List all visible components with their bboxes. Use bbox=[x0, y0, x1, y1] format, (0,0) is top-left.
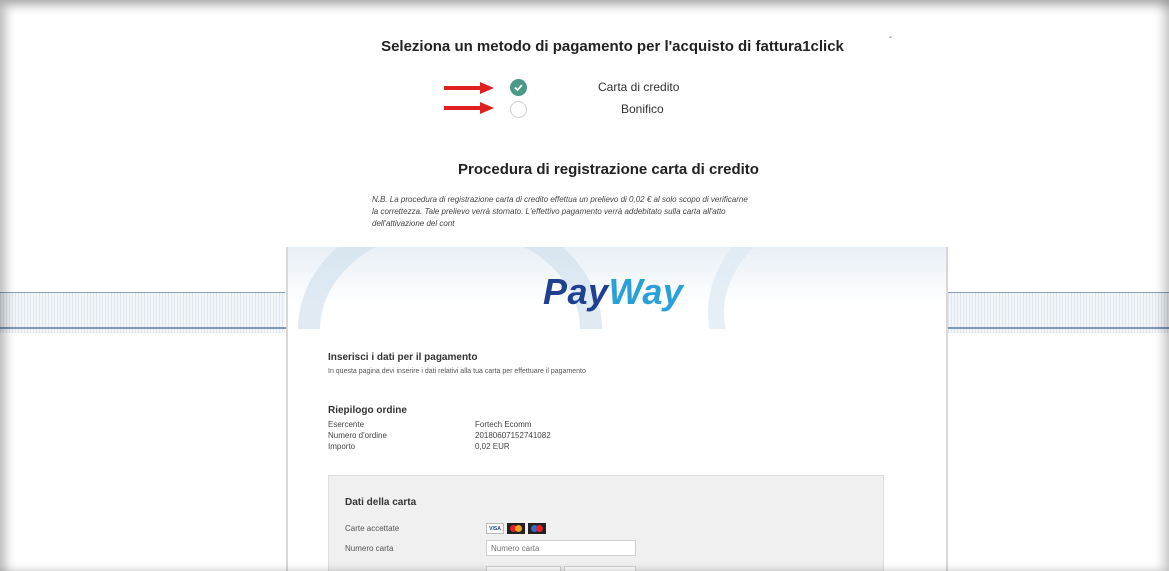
payment-section-title: Inserisci i dati per il pagamento bbox=[328, 352, 478, 363]
card-number-input[interactable] bbox=[486, 540, 636, 556]
registration-title: Procedura di registrazione carta di cred… bbox=[458, 161, 759, 178]
summary-key: Numero d'ordine bbox=[328, 431, 387, 440]
logo-pay-text: Pay bbox=[543, 271, 609, 312]
accepted-cards-label: Carte accettate bbox=[345, 524, 400, 533]
payway-logo: PayWay bbox=[543, 271, 683, 313]
payment-option-credit-card[interactable]: Carta di credito bbox=[0, 78, 1169, 98]
red-arrow-icon bbox=[444, 82, 494, 94]
summary-value: 0,02 EUR bbox=[475, 442, 510, 451]
red-arrow-icon bbox=[444, 102, 494, 114]
payway-header: PayWay bbox=[288, 247, 946, 329]
note-line: la correttezza. Tale prelievo verrà stor… bbox=[372, 207, 726, 216]
mastercard-logo-icon bbox=[507, 523, 525, 534]
registration-note: N.B. La procedura di registrazione carta… bbox=[372, 194, 842, 230]
payment-option-bank-transfer[interactable]: Bonifico bbox=[0, 100, 1169, 120]
card-number-label: Numero carta bbox=[345, 544, 394, 553]
radio-bank-transfer[interactable] bbox=[510, 101, 527, 118]
summary-value: Fortech Ecomm bbox=[475, 420, 532, 429]
option-label-credit-card: Carta di credito bbox=[598, 80, 680, 94]
payway-payment-frame: PayWay Inserisci i dati per il pagamento… bbox=[286, 247, 948, 571]
maestro-logo-icon bbox=[528, 523, 546, 534]
visa-logo-icon: VISA bbox=[486, 523, 504, 534]
page-title: Seleziona un metodo di pagamento per l'a… bbox=[381, 38, 844, 55]
note-line: dell'attivazione del cont bbox=[372, 219, 455, 228]
note-line: N.B. La procedura di registrazione carta… bbox=[372, 195, 748, 204]
summary-key: Esercente bbox=[328, 420, 365, 429]
summary-value: 20180607152741082 bbox=[475, 431, 551, 440]
accepted-cards-logos: VISA bbox=[486, 523, 549, 535]
card-details-title: Dati della carta bbox=[345, 497, 417, 508]
summary-key: Importo bbox=[328, 442, 356, 451]
checkmark-icon bbox=[514, 84, 523, 92]
radio-credit-card-checked[interactable] bbox=[510, 79, 527, 96]
payment-section-subtitle: In questa pagina devi inserire i dati re… bbox=[328, 368, 586, 375]
option-label-bank-transfer: Bonifico bbox=[621, 102, 664, 116]
expiry-year-input[interactable] bbox=[564, 566, 636, 571]
card-details-box: Dati della carta Carte accettate VISA Nu… bbox=[328, 475, 884, 571]
expiry-month-input[interactable] bbox=[486, 566, 561, 571]
order-summary-title: Riepilogo ordine bbox=[328, 405, 407, 416]
decorative-swoosh bbox=[708, 247, 946, 329]
logo-way-text: Way bbox=[608, 271, 684, 312]
corner-mark: - bbox=[889, 32, 893, 43]
